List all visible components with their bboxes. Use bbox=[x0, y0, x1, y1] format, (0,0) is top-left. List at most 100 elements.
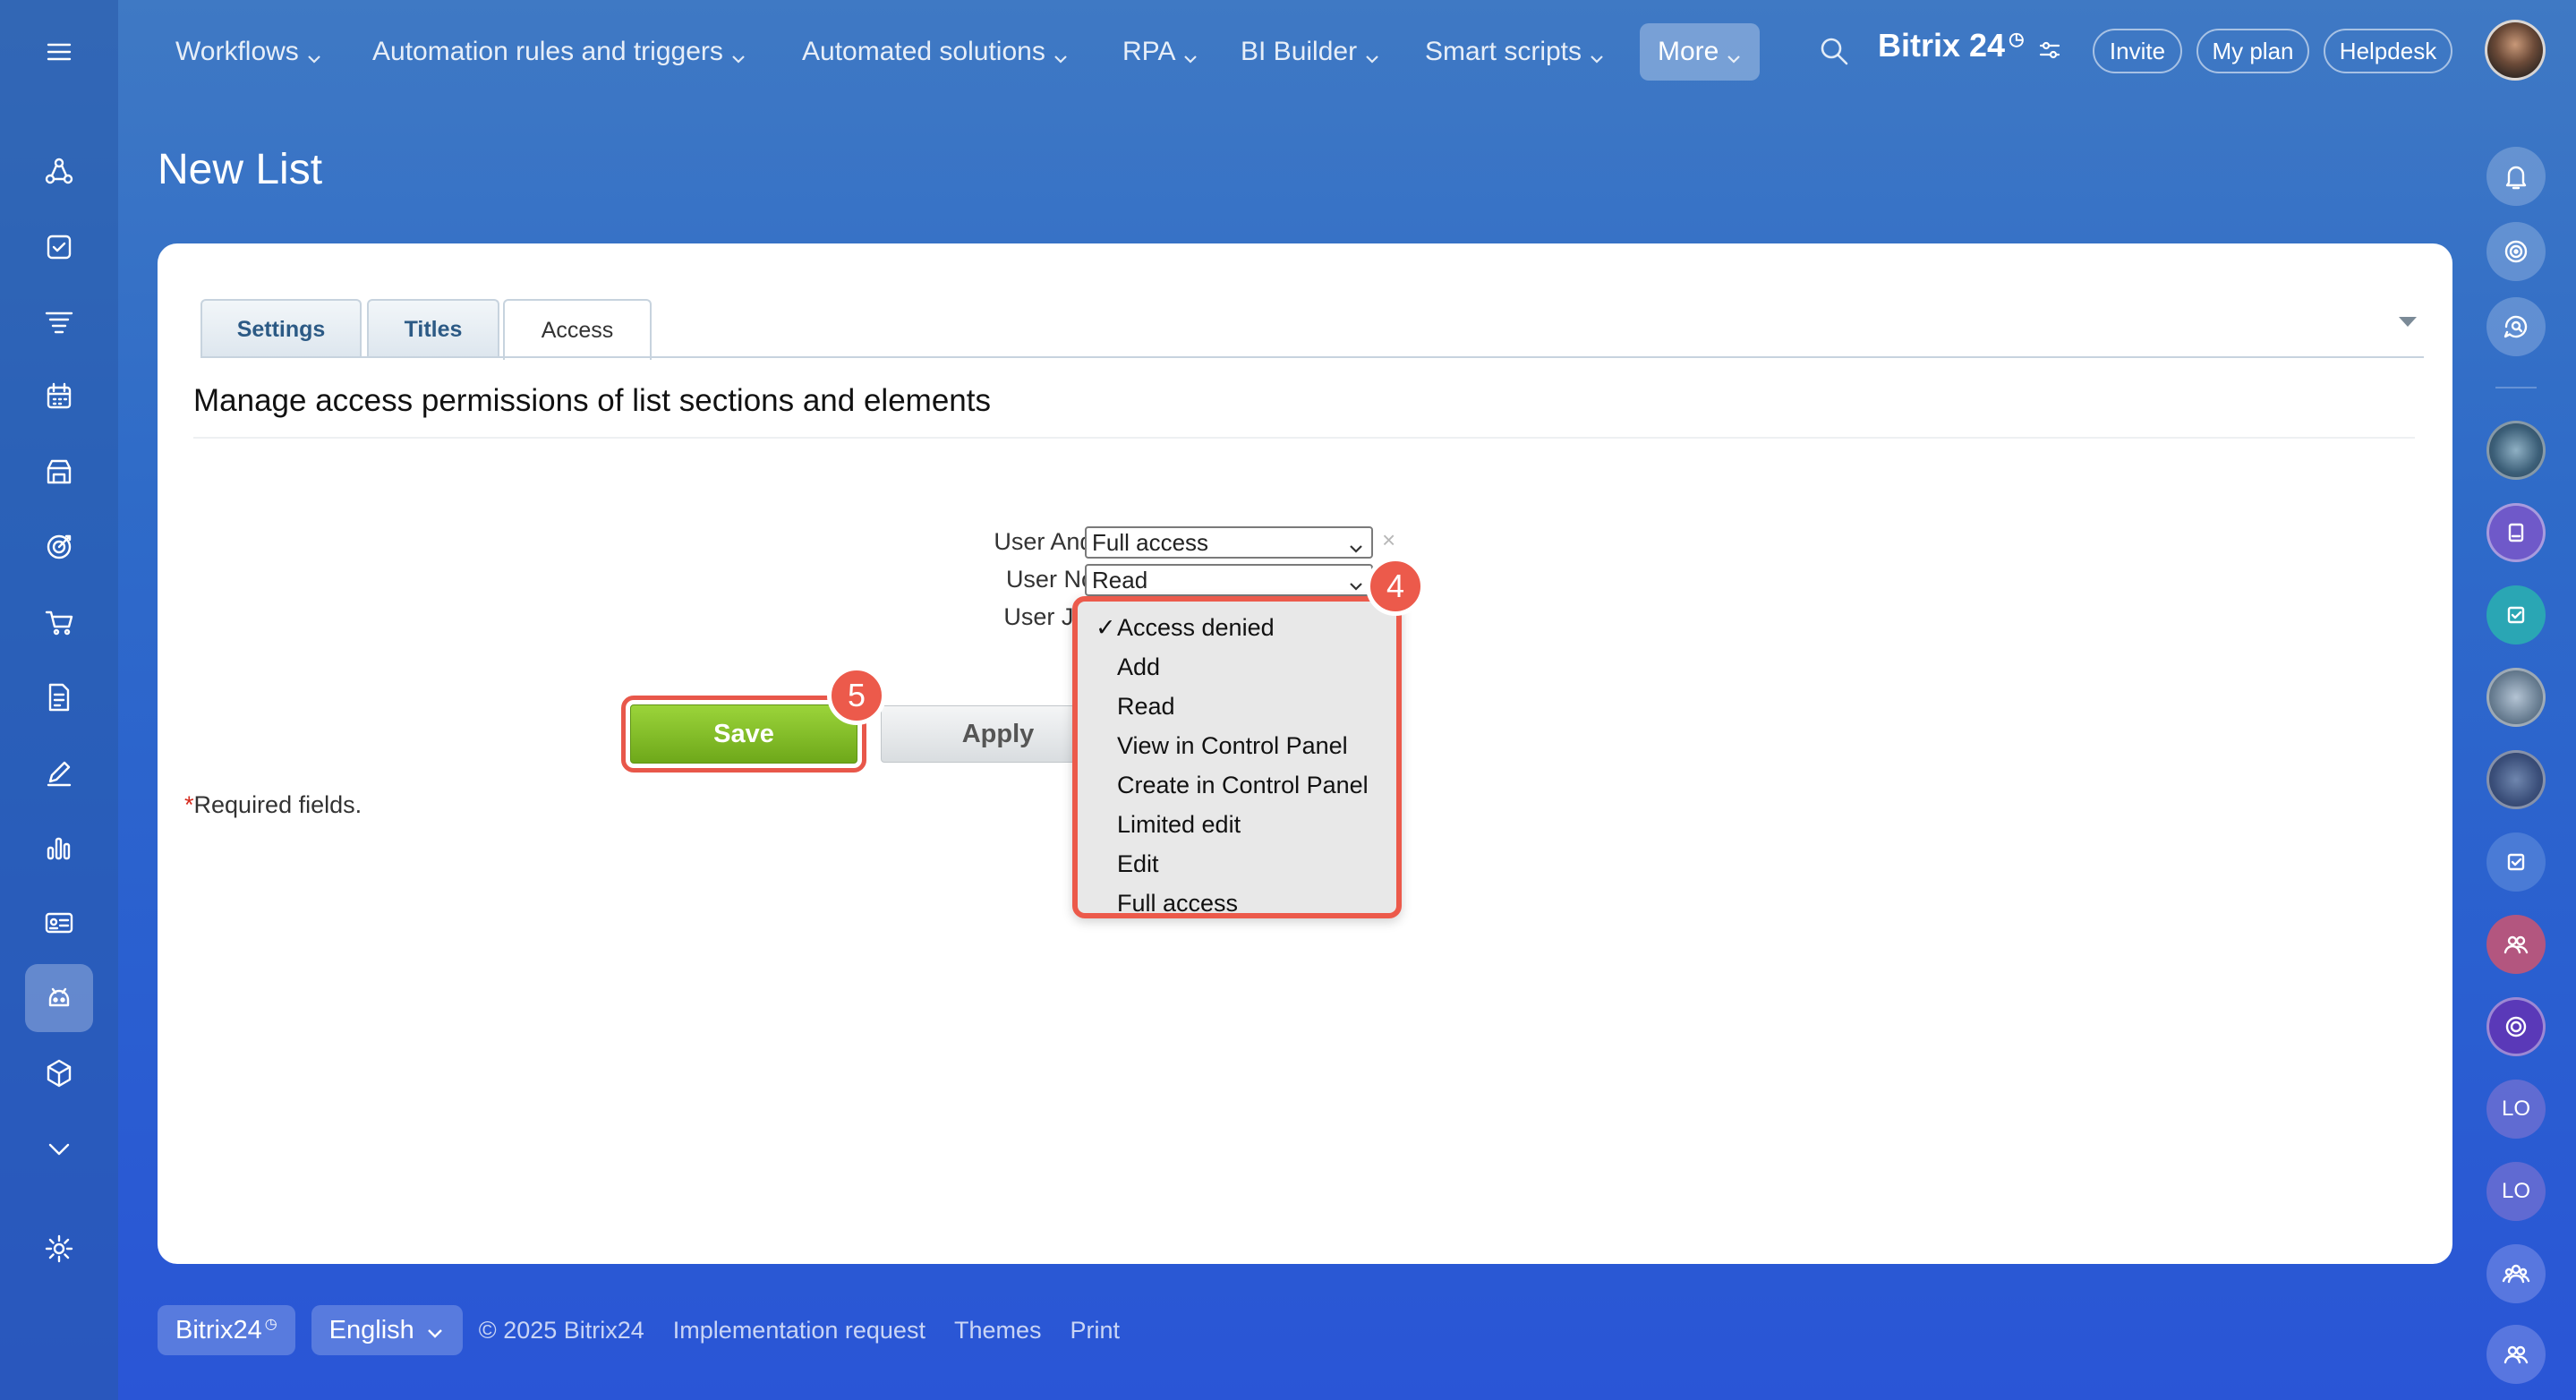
nav-automated-solutions-label: Automated solutions bbox=[802, 37, 1045, 66]
chevron-down-icon bbox=[1726, 44, 1742, 64]
chevron-down-icon bbox=[730, 44, 746, 64]
menu-icon[interactable] bbox=[25, 18, 93, 86]
clock-icon: ◷ bbox=[2009, 29, 2025, 49]
contact-avatar-lo-1[interactable]: LO bbox=[2486, 1080, 2546, 1139]
dropdown-option-view-in-control-panel[interactable]: View in Control Panel bbox=[1117, 732, 1348, 760]
footer-brand-label: Bitrix24 bbox=[175, 1315, 262, 1345]
helpdesk-label: Helpdesk bbox=[2339, 37, 2437, 64]
nav-automated-solutions[interactable]: Automated solutions bbox=[802, 23, 1069, 81]
task-chat-icon[interactable] bbox=[2486, 585, 2546, 645]
tab-settings-label: Settings bbox=[236, 316, 326, 342]
chevron-down-icon bbox=[1053, 44, 1069, 64]
chevron-down-icon bbox=[1589, 44, 1605, 64]
clock-icon: ◷ bbox=[264, 1317, 277, 1332]
group-chat-icon[interactable] bbox=[2486, 915, 2546, 974]
bell-icon[interactable] bbox=[2486, 147, 2546, 206]
cart-icon[interactable] bbox=[25, 588, 93, 656]
activity-stream-icon[interactable] bbox=[2486, 222, 2546, 281]
contact-initials-2: LO bbox=[2501, 1179, 2530, 1203]
automation-icon[interactable] bbox=[25, 964, 93, 1032]
calendar-icon[interactable] bbox=[25, 363, 93, 431]
chevron-down-icon[interactable] bbox=[25, 1114, 93, 1182]
user-avatar[interactable] bbox=[2485, 20, 2546, 81]
task-chat-icon-2[interactable] bbox=[2486, 832, 2546, 892]
brand-logo[interactable]: Bitrix 24 ◷ bbox=[1878, 27, 2062, 64]
permission-select-1-value: Full access bbox=[1092, 528, 1209, 556]
step-badge-5: 5 bbox=[827, 666, 886, 725]
book-icon[interactable] bbox=[2486, 503, 2546, 562]
nav-workflows[interactable]: Workflows bbox=[175, 23, 322, 81]
dropdown-option-add[interactable]: Add bbox=[1117, 653, 1160, 681]
users-icon[interactable] bbox=[2486, 1325, 2546, 1384]
nav-more[interactable]: More bbox=[1640, 23, 1761, 81]
analytics-icon[interactable] bbox=[25, 814, 93, 882]
chat-search-icon[interactable] bbox=[2486, 297, 2546, 356]
chat-avatar-3[interactable] bbox=[2486, 750, 2546, 809]
section-divider bbox=[193, 437, 2415, 439]
settings-sliders-icon[interactable] bbox=[2037, 33, 2062, 59]
step-badge-4: 4 bbox=[1366, 557, 1425, 616]
main-panel: Settings Titles Access Manage access per… bbox=[158, 243, 2452, 1264]
section-title: Manage access permissions of list sectio… bbox=[193, 383, 991, 418]
nav-smart-scripts[interactable]: Smart scripts bbox=[1425, 23, 1605, 81]
footer-link-themes[interactable]: Themes bbox=[954, 1317, 1042, 1345]
support-icon[interactable] bbox=[2486, 997, 2546, 1056]
dropdown-option-limited-edit[interactable]: Limited edit bbox=[1117, 811, 1241, 839]
document-icon[interactable] bbox=[25, 663, 93, 731]
tab-titles[interactable]: Titles bbox=[367, 299, 499, 358]
crm-icon[interactable] bbox=[25, 288, 93, 356]
dropdown-option-create-in-control-panel[interactable]: Create in Control Panel bbox=[1117, 772, 1369, 799]
nav-automation-rules[interactable]: Automation rules and triggers bbox=[372, 23, 746, 81]
tab-titles-label: Titles bbox=[404, 316, 463, 342]
contact-avatar-lo-2[interactable]: LO bbox=[2486, 1162, 2546, 1221]
chevron-down-icon bbox=[1348, 535, 1364, 553]
required-star: * bbox=[184, 791, 194, 818]
checkmark-icon: ✓ bbox=[1096, 614, 1116, 641]
chat-avatar-2[interactable] bbox=[2486, 668, 2546, 727]
footer-link-implementation[interactable]: Implementation request bbox=[673, 1317, 925, 1345]
permission-select-2[interactable]: Read bbox=[1085, 564, 1373, 596]
brand-name: Bitrix 24 bbox=[1878, 27, 2006, 64]
footer: Bitrix24 ◷ English © 2025 Bitrix24 Imple… bbox=[158, 1305, 1148, 1355]
search-icon[interactable] bbox=[1819, 36, 1849, 66]
tab-access-label: Access bbox=[541, 317, 614, 343]
helpdesk-button[interactable]: Helpdesk bbox=[2324, 29, 2452, 73]
my-plan-button[interactable]: My plan bbox=[2196, 29, 2309, 73]
target-icon[interactable] bbox=[25, 513, 93, 581]
left-sidebar bbox=[0, 0, 118, 1400]
team-icon[interactable] bbox=[2486, 1244, 2546, 1303]
footer-link-print[interactable]: Print bbox=[1070, 1317, 1121, 1345]
gear-icon[interactable] bbox=[25, 1215, 93, 1283]
required-text: Required fields. bbox=[193, 791, 363, 818]
dropdown-option-full-access[interactable]: Full access bbox=[1117, 890, 1238, 918]
chevron-down-icon bbox=[306, 44, 322, 64]
chevron-down-icon bbox=[1348, 573, 1364, 591]
footer-brand[interactable]: Bitrix24 ◷ bbox=[158, 1305, 295, 1355]
save-button[interactable]: Save bbox=[621, 696, 866, 773]
nav-rpa[interactable]: RPA bbox=[1122, 23, 1198, 81]
invite-label: Invite bbox=[2109, 37, 2166, 64]
tab-access[interactable]: Access bbox=[503, 299, 652, 360]
dropdown-option-read[interactable]: Read bbox=[1117, 693, 1175, 721]
dropdown-option-access-denied[interactable]: Access denied bbox=[1117, 614, 1275, 642]
dropdown-option-edit[interactable]: Edit bbox=[1117, 850, 1159, 878]
box-icon[interactable] bbox=[25, 1039, 93, 1107]
workflows-icon[interactable] bbox=[25, 138, 93, 206]
permission-dropdown[interactable]: ✓ Access denied Add Read View in Control… bbox=[1072, 596, 1402, 918]
language-selector[interactable]: English bbox=[311, 1305, 463, 1355]
permission-select-1[interactable]: Full access bbox=[1085, 526, 1373, 559]
tasks-icon[interactable] bbox=[25, 213, 93, 281]
nav-bi-builder[interactable]: BI Builder bbox=[1241, 23, 1380, 81]
collapse-triangle-icon[interactable] bbox=[2399, 317, 2417, 327]
tab-settings[interactable]: Settings bbox=[200, 299, 362, 358]
id-card-icon[interactable] bbox=[25, 889, 93, 957]
footer-copyright: © 2025 Bitrix24 bbox=[478, 1316, 644, 1344]
chat-avatar-1[interactable] bbox=[2486, 421, 2546, 480]
apply-button-label: Apply bbox=[961, 719, 1035, 748]
remove-permission-icon[interactable]: × bbox=[1382, 526, 1395, 554]
store-icon[interactable] bbox=[25, 438, 93, 506]
contact-initials-1: LO bbox=[2501, 1097, 2530, 1121]
sign-icon[interactable] bbox=[25, 738, 93, 807]
invite-button[interactable]: Invite bbox=[2093, 29, 2182, 73]
required-fields-note: *Required fields. bbox=[184, 791, 362, 819]
